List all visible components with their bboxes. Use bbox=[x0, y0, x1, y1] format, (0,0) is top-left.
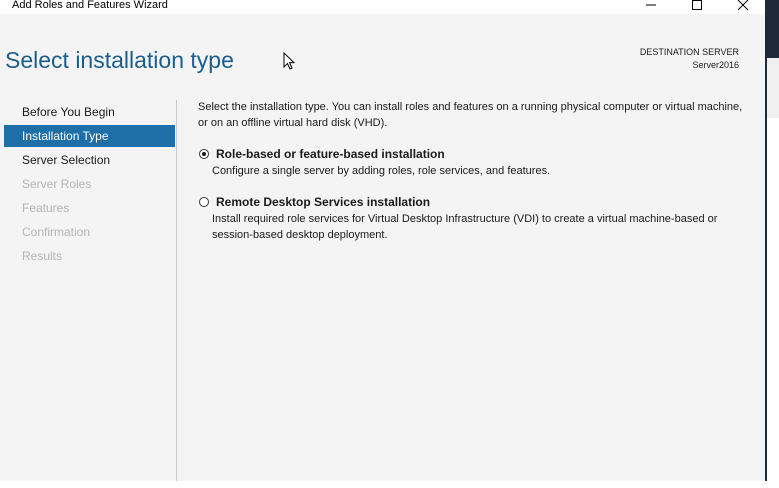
option-title[interactable]: Role-based or feature-based installation bbox=[216, 146, 445, 162]
nav-item-server-selection[interactable]: Server Selection bbox=[4, 149, 175, 171]
maximize-button[interactable] bbox=[673, 0, 719, 14]
nav-item-server-roles: Server Roles bbox=[22, 177, 92, 191]
option-title[interactable]: Remote Desktop Services installation bbox=[216, 194, 430, 210]
minimize-button[interactable] bbox=[627, 0, 673, 14]
radio-selected-dot bbox=[202, 152, 206, 156]
wizard-body: Before You Begin Installation Type Serve… bbox=[0, 96, 765, 481]
maximize-icon bbox=[692, 0, 702, 10]
role-based-radio[interactable] bbox=[199, 149, 209, 159]
mouse-cursor-icon bbox=[283, 52, 296, 70]
close-button[interactable] bbox=[719, 0, 765, 14]
window-controls bbox=[627, 0, 765, 14]
nav-divider bbox=[176, 100, 177, 481]
close-icon bbox=[737, 0, 749, 11]
window-title: Add Roles and Features Wizard bbox=[12, 0, 168, 11]
nav-item-features: Features bbox=[22, 201, 70, 215]
minimize-icon bbox=[646, 4, 656, 6]
destination-server-label: DESTINATION SERVER bbox=[639, 47, 739, 57]
edge-light-segment bbox=[767, 58, 779, 118]
option-description: Configure a single server by adding role… bbox=[212, 165, 551, 177]
wizard-header: Select installation type DESTINATION SER… bbox=[0, 14, 765, 96]
nav-item-confirmation: Confirmation bbox=[22, 225, 91, 239]
edge-white-segment bbox=[767, 118, 779, 488]
remote-desktop-radio[interactable] bbox=[199, 197, 209, 207]
nav-item-installation-type[interactable]: Installation Type bbox=[4, 125, 175, 147]
nav-item-results: Results bbox=[22, 249, 63, 263]
destination-server-name: Server2016 bbox=[692, 60, 739, 70]
nav-item-before-you-begin[interactable]: Before You Begin bbox=[4, 101, 175, 123]
title-bar[interactable]: Add Roles and Features Wizard bbox=[0, 0, 765, 14]
option-description: Install required role services for Virtu… bbox=[212, 213, 718, 241]
background-window-edge bbox=[765, 0, 779, 488]
wizard-window: Add Roles and Features Wizard Select ins… bbox=[0, 0, 765, 481]
wizard-steps-nav: Before You Begin Installation Type Serve… bbox=[0, 96, 176, 481]
intro-text: Select the installation type. You can in… bbox=[198, 101, 743, 129]
page-title: Select installation type bbox=[5, 47, 234, 73]
